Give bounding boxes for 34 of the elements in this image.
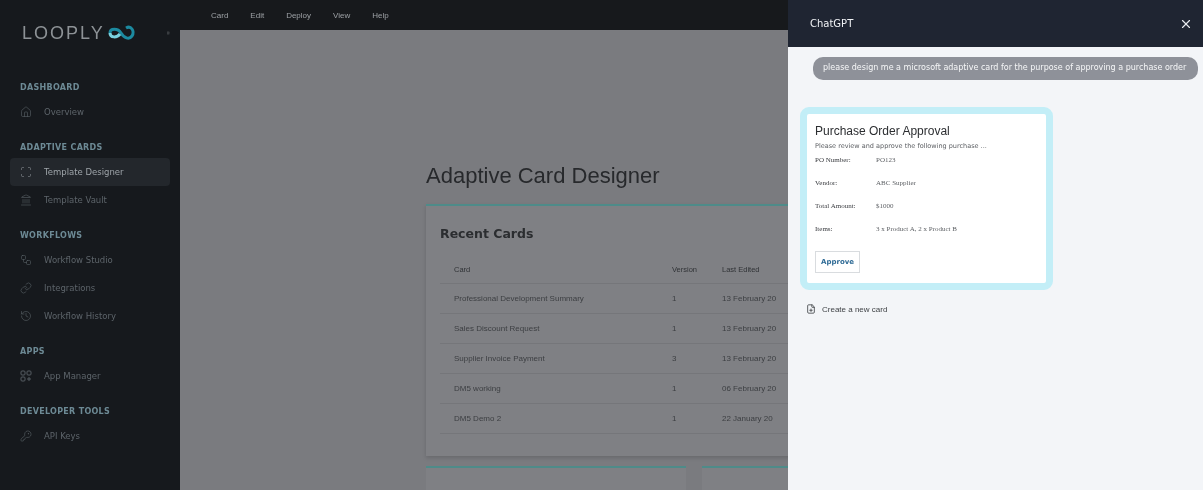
create-card-link[interactable]: Create a new card [806,304,1203,314]
section-title: ADAPTIVE CARDS [19,142,104,154]
bank-icon [20,194,32,206]
section-title: DASHBOARD [19,82,81,94]
table-cell-text: 1 [672,414,678,423]
section-title: APPS [19,346,46,358]
table-cell-text: 1 [672,294,678,303]
history-icon [20,310,32,322]
menu-item[interactable]: Help [361,10,400,20]
grid-plus-icon [20,370,32,382]
logo-text: LOOPLY [22,22,105,44]
section-title: WORKFLOWS [19,230,84,242]
card-title: Purchase Order Approval [815,124,951,138]
sidebar-item[interactable]: Template Designer [10,158,170,186]
panel-title: Recent Cards [440,226,535,241]
file-plus-icon [806,304,816,314]
menu-item[interactable]: Deploy [275,10,323,20]
key-icon [20,430,32,442]
table-cell-text: DM5 working [454,384,502,393]
link-icon [20,282,32,294]
table-cell-text: 1 [672,324,678,333]
table-cell-text: Professional Development Summary [454,294,585,303]
page-title: Adaptive Card Designer [426,163,661,189]
logo-icon [106,23,137,43]
menu-item[interactable]: Edit [239,10,276,20]
panel-title: ChatGPT [810,18,854,29]
house-icon [20,106,32,118]
section-title: DEVELOPER TOOLS [19,406,112,418]
table-cell-text: 1 [672,384,678,393]
user-message: please design me a microsoft adaptive card for the purpose of approving a purchase order [813,57,1198,80]
workflow-icon [20,254,32,266]
menu-item[interactable]: View [322,10,362,20]
menu-item[interactable]: Card [200,10,240,20]
frame-icon [20,166,32,178]
